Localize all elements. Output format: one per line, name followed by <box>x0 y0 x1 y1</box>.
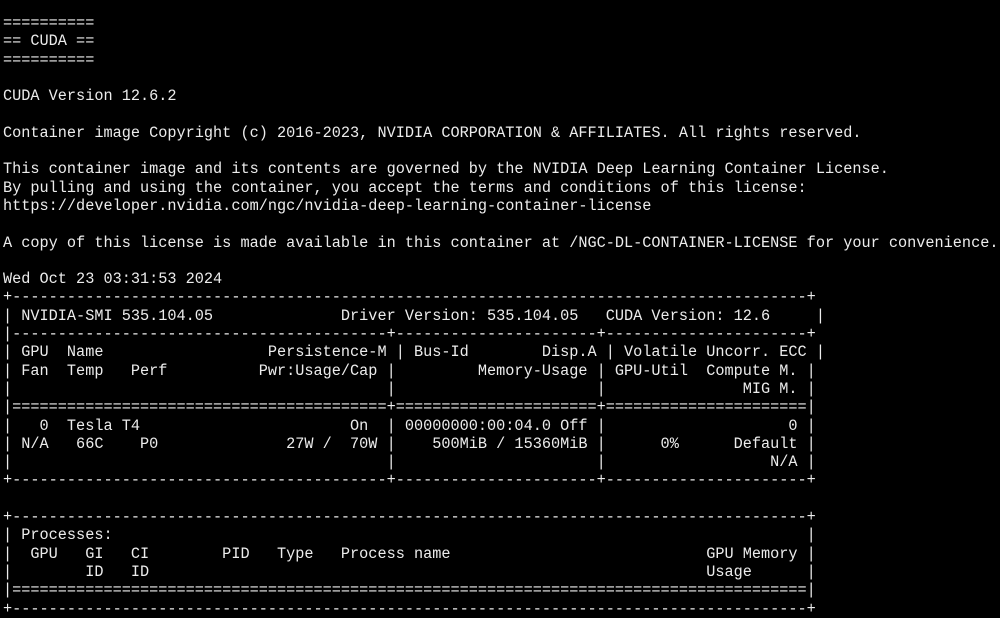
nvidia-smi-gpu-table-row: | | | MIG M. | <box>3 379 816 398</box>
nvidia-smi-gpu-table-row: | 0 Tesla T4 On | 00000000:00:04.0 Off |… <box>3 416 816 435</box>
nvidia-smi-gpu-table-row: |---------------------------------------… <box>3 325 816 344</box>
cuda-version: CUDA Version 12.6.2 <box>3 87 177 106</box>
nvidia-smi-gpu-table-row: +---------------------------------------… <box>3 288 816 307</box>
license-url: https://developer.nvidia.com/ngc/nvidia-… <box>3 196 652 215</box>
nvidia-smi-gpu-table-row: | N/A 66C P0 27W / 70W | 500MiB / 15360M… <box>3 434 816 453</box>
copyright-notice: Container image Copyright (c) 2016-2023,… <box>3 123 862 142</box>
cuda-banner: == CUDA == <box>3 32 95 51</box>
nvidia-smi-gpu-table-row: +---------------------------------------… <box>3 471 816 490</box>
timestamp: Wed Oct 23 03:31:53 2024 <box>3 270 223 289</box>
nvidia-smi-processes-row: |=======================================… <box>3 581 816 600</box>
nvidia-smi-gpu-table-row: |=======================================… <box>3 398 816 417</box>
license-notice: This container image and its contents ar… <box>3 160 889 179</box>
cuda-banner: ========== <box>3 50 95 69</box>
nvidia-smi-processes-row: +---------------------------------------… <box>3 599 816 618</box>
nvidia-smi-gpu-table-row: | Fan Temp Perf Pwr:Usage/Cap | Memory-U… <box>3 361 816 380</box>
cuda-banner: ========== <box>3 14 95 32</box>
nvidia-smi-gpu-table-row: | NVIDIA-SMI 535.104.05 Driver Version: … <box>3 306 825 325</box>
nvidia-smi-processes-row: +---------------------------------------… <box>3 508 816 527</box>
terminal-output[interactable]: ========== == CUDA == ========== CUDA Versi… <box>3 14 1000 618</box>
nvidia-smi-gpu-table-row: | | | N/A | <box>3 453 816 472</box>
nvidia-smi-gpu-table-row: | GPU Name Persistence-M | Bus-Id Disp.A… <box>3 343 825 362</box>
nvidia-smi-processes-row: | ID ID Usage | <box>3 562 816 581</box>
nvidia-smi-processes-row: | GPU GI CI PID Type Process name GPU Me… <box>3 544 816 563</box>
license-notice: By pulling and using the container, you … <box>3 178 807 197</box>
nvidia-smi-processes-row: | Processes: | <box>3 526 816 545</box>
license-copy-notice: A copy of this license is made available… <box>3 233 999 252</box>
